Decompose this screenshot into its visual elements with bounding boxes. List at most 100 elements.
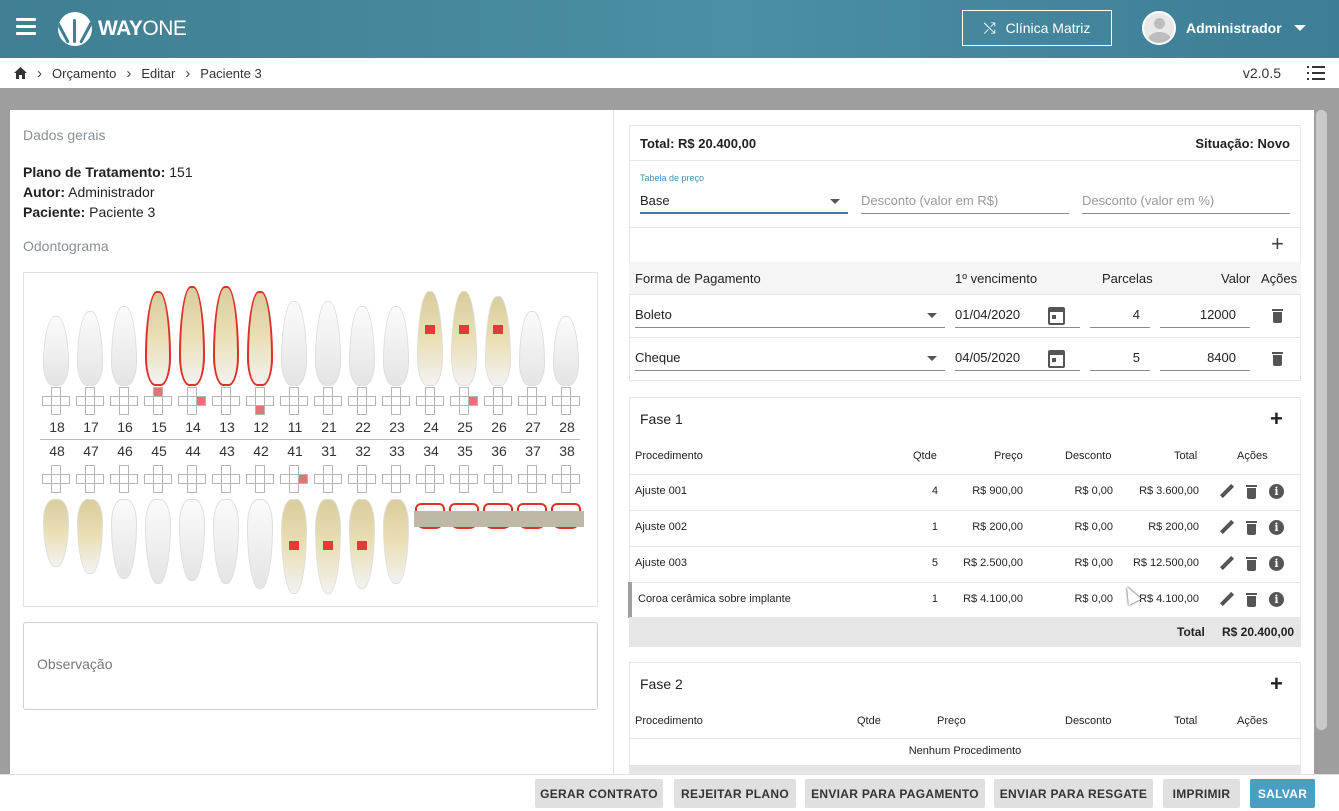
- tooth-surface-chart[interactable]: [382, 465, 410, 493]
- tabela-preco-select[interactable]: Base: [640, 190, 848, 214]
- tooth-surface-chart[interactable]: [144, 387, 172, 415]
- tooth-surface-chart[interactable]: [382, 387, 410, 415]
- lower-tooth[interactable]: [383, 499, 409, 584]
- tooth-surface-chart[interactable]: [348, 465, 376, 493]
- tooth-surface-chart[interactable]: [76, 387, 104, 415]
- forma-select[interactable]: Boleto: [635, 304, 945, 328]
- tooth-surface-chart[interactable]: [484, 387, 512, 415]
- delete-icon[interactable]: [1246, 593, 1257, 607]
- add-procedure-icon[interactable]: +: [1270, 408, 1283, 430]
- tooth-surface-chart[interactable]: [280, 387, 308, 415]
- tooth-surface-chart[interactable]: [110, 387, 138, 415]
- tooth-surface-chart[interactable]: [314, 387, 342, 415]
- delete-icon[interactable]: [1272, 309, 1283, 323]
- tooth-surface-chart[interactable]: [42, 387, 70, 415]
- lower-tooth[interactable]: [213, 499, 239, 584]
- desconto-rs-input[interactable]: Desconto (valor em R$): [861, 190, 1069, 214]
- edit-icon[interactable]: [1219, 556, 1235, 572]
- lower-tooth[interactable]: [43, 499, 69, 567]
- tooth-surface-chart[interactable]: [212, 465, 240, 493]
- edit-icon[interactable]: [1219, 592, 1235, 608]
- tooth-surface-chart[interactable]: [518, 465, 546, 493]
- info-icon[interactable]: i: [1269, 520, 1284, 535]
- delete-icon[interactable]: [1272, 352, 1283, 366]
- upper-tooth[interactable]: [77, 311, 103, 386]
- upper-tooth[interactable]: [281, 301, 307, 386]
- upper-tooth[interactable]: [145, 291, 171, 386]
- tooth-surface-chart[interactable]: [178, 465, 206, 493]
- forma-select[interactable]: Cheque: [635, 347, 945, 371]
- calendar-icon[interactable]: [1048, 307, 1065, 325]
- upper-tooth[interactable]: [213, 286, 239, 386]
- upper-tooth[interactable]: [417, 291, 443, 386]
- desconto-pct-input[interactable]: Desconto (valor em %): [1082, 190, 1290, 214]
- add-procedure-icon[interactable]: +: [1270, 673, 1283, 695]
- lower-tooth[interactable]: [145, 499, 171, 584]
- parcelas-input[interactable]: 4: [1090, 304, 1150, 328]
- lower-tooth[interactable]: [111, 499, 137, 579]
- parcelas-input[interactable]: 5: [1090, 347, 1150, 371]
- table-row[interactable]: [629, 546, 1209, 582]
- upper-tooth[interactable]: [553, 316, 579, 386]
- upper-tooth[interactable]: [349, 306, 375, 386]
- tooth-surface-chart[interactable]: [212, 387, 240, 415]
- delete-icon[interactable]: [1246, 521, 1257, 535]
- edit-icon[interactable]: [1219, 484, 1235, 500]
- lower-tooth[interactable]: [247, 499, 273, 589]
- delete-icon[interactable]: [1246, 557, 1257, 571]
- upper-tooth[interactable]: [111, 306, 137, 386]
- imprimir-button[interactable]: IMPRIMIR: [1163, 779, 1240, 808]
- salvar-button[interactable]: SALVAR: [1250, 779, 1315, 808]
- lower-tooth[interactable]: [77, 499, 103, 574]
- table-row[interactable]: [629, 582, 1209, 618]
- tooth-surface-chart[interactable]: [144, 465, 172, 493]
- tooth-surface-chart[interactable]: [416, 387, 444, 415]
- enviar-resgate-button[interactable]: ENVIAR PARA RESGATE: [994, 779, 1153, 808]
- delete-icon[interactable]: [1246, 485, 1257, 499]
- tooth-surface-chart[interactable]: [178, 387, 206, 415]
- tooth-surface-chart[interactable]: [518, 387, 546, 415]
- breadcrumb-item-orcamento[interactable]: Orçamento: [52, 66, 116, 81]
- table-row[interactable]: [629, 510, 1209, 546]
- calendar-icon[interactable]: [1048, 350, 1065, 368]
- upper-tooth[interactable]: [247, 291, 273, 386]
- tooth-surface-chart[interactable]: [450, 465, 478, 493]
- tooth-surface-chart[interactable]: [314, 465, 342, 493]
- tooth-surface-chart[interactable]: [348, 387, 376, 415]
- enviar-pagamento-button[interactable]: ENVIAR PARA PAGAMENTO: [805, 779, 985, 808]
- upper-tooth[interactable]: [383, 306, 409, 386]
- table-row[interactable]: [629, 474, 1209, 510]
- tooth-surface-chart[interactable]: [484, 465, 512, 493]
- edit-icon[interactable]: [1219, 520, 1235, 536]
- upper-tooth[interactable]: [519, 311, 545, 386]
- tooth-surface-chart[interactable]: [552, 465, 580, 493]
- gerar-contrato-button[interactable]: GERAR CONTRATO: [535, 779, 663, 808]
- add-payment-icon[interactable]: +: [1271, 233, 1284, 255]
- tooth-surface-chart[interactable]: [416, 465, 444, 493]
- clinic-switch-button[interactable]: ⤭ Clínica Matriz: [962, 10, 1112, 46]
- upper-tooth[interactable]: [43, 316, 69, 386]
- valor-input[interactable]: 8400: [1160, 347, 1250, 371]
- tooth-surface-chart[interactable]: [246, 465, 274, 493]
- info-icon[interactable]: i: [1269, 592, 1284, 607]
- tooth-surface-chart[interactable]: [280, 465, 308, 493]
- rejeitar-plano-button[interactable]: REJEITAR PLANO: [674, 779, 796, 808]
- upper-tooth[interactable]: [485, 296, 511, 386]
- breadcrumb-item-editar[interactable]: Editar: [141, 66, 175, 81]
- scrollbar[interactable]: [1316, 110, 1327, 730]
- lower-tooth[interactable]: [179, 499, 205, 581]
- tooth-surface-chart[interactable]: [450, 387, 478, 415]
- list-icon[interactable]: [1307, 66, 1325, 80]
- valor-input[interactable]: 12000: [1160, 304, 1250, 328]
- tooth-surface-chart[interactable]: [42, 465, 70, 493]
- user-menu[interactable]: Administrador: [1142, 11, 1306, 45]
- logo[interactable]: WAYONE: [58, 12, 187, 46]
- upper-tooth[interactable]: [179, 286, 205, 386]
- observacao-field[interactable]: Observação: [23, 622, 598, 710]
- upper-tooth[interactable]: [315, 301, 341, 386]
- tooth-surface-chart[interactable]: [552, 387, 580, 415]
- tooth-surface-chart[interactable]: [76, 465, 104, 493]
- menu-icon[interactable]: [16, 18, 36, 36]
- home-icon[interactable]: [14, 67, 27, 79]
- info-icon[interactable]: i: [1269, 484, 1284, 499]
